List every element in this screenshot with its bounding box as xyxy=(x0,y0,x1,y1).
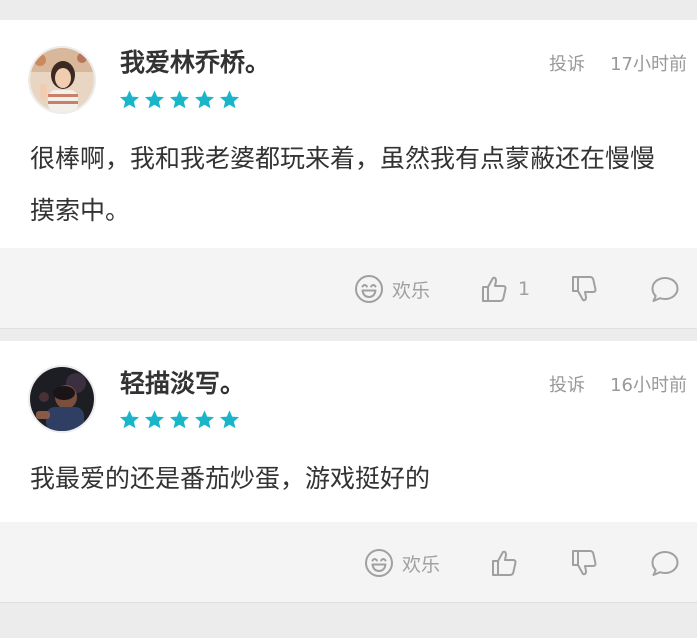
avatar[interactable] xyxy=(28,46,96,114)
timestamp: 16小时前 xyxy=(610,375,687,396)
speech-bubble-icon xyxy=(651,277,679,302)
star-icon xyxy=(194,90,215,109)
star-icon xyxy=(144,90,165,109)
smiley-icon xyxy=(355,275,383,303)
username[interactable]: 我爱林乔桥。 xyxy=(120,48,270,78)
star-icon xyxy=(219,410,240,429)
reaction-button[interactable]: 欢乐 xyxy=(354,274,430,304)
reply-button[interactable] xyxy=(650,274,680,304)
like-count: 1 xyxy=(518,278,531,300)
reaction-label: 欢乐 xyxy=(392,279,431,302)
star-rating xyxy=(119,89,240,110)
speech-bubble-icon xyxy=(651,551,679,576)
avatar[interactable] xyxy=(28,365,96,433)
star-icon xyxy=(119,90,140,109)
thumbs-up-icon xyxy=(492,550,517,576)
comment-action-bar: 欢乐 1 xyxy=(0,248,697,329)
smiley-icon xyxy=(365,549,393,577)
comment-action-bar: 欢乐 xyxy=(0,522,697,603)
username[interactable]: 轻描淡写。 xyxy=(120,369,245,399)
report-button[interactable]: 投诉 xyxy=(549,54,585,76)
star-icon xyxy=(119,410,140,429)
comment-card: 轻描淡写。 投诉 16小时前 我最爱的还是番茄炒蛋，游戏挺好的 xyxy=(0,341,697,522)
star-icon xyxy=(219,90,240,109)
comment-text: 我最爱的还是番茄炒蛋，游戏挺好的 xyxy=(30,464,431,493)
dislike-button[interactable] xyxy=(570,548,600,578)
dislike-button[interactable] xyxy=(570,274,600,304)
like-button[interactable] xyxy=(490,548,528,578)
top-divider xyxy=(0,0,697,21)
star-icon xyxy=(169,410,190,429)
star-icon xyxy=(194,410,215,429)
report-button[interactable]: 投诉 xyxy=(549,375,585,397)
star-icon xyxy=(144,410,165,429)
thumbs-down-icon xyxy=(572,550,597,576)
thumbs-down-icon xyxy=(572,276,597,302)
reaction-button[interactable]: 欢乐 xyxy=(364,548,440,578)
comment-card: 我爱林乔桥。 投诉 17小时前 很棒啊，我和我老婆都玩来着，虽然我有点蒙蔽还在慢… xyxy=(0,20,697,248)
star-icon xyxy=(169,90,190,109)
reply-button[interactable] xyxy=(650,548,680,578)
comment-text: 很棒啊，我和我老婆都玩来着，虽然我有点蒙蔽还在慢慢摸索中。 xyxy=(30,144,656,225)
thumbs-up-icon xyxy=(482,276,507,302)
star-rating xyxy=(119,409,240,430)
timestamp: 17小时前 xyxy=(610,54,687,75)
reaction-label: 欢乐 xyxy=(402,553,441,576)
like-button[interactable]: 1 xyxy=(480,274,530,304)
